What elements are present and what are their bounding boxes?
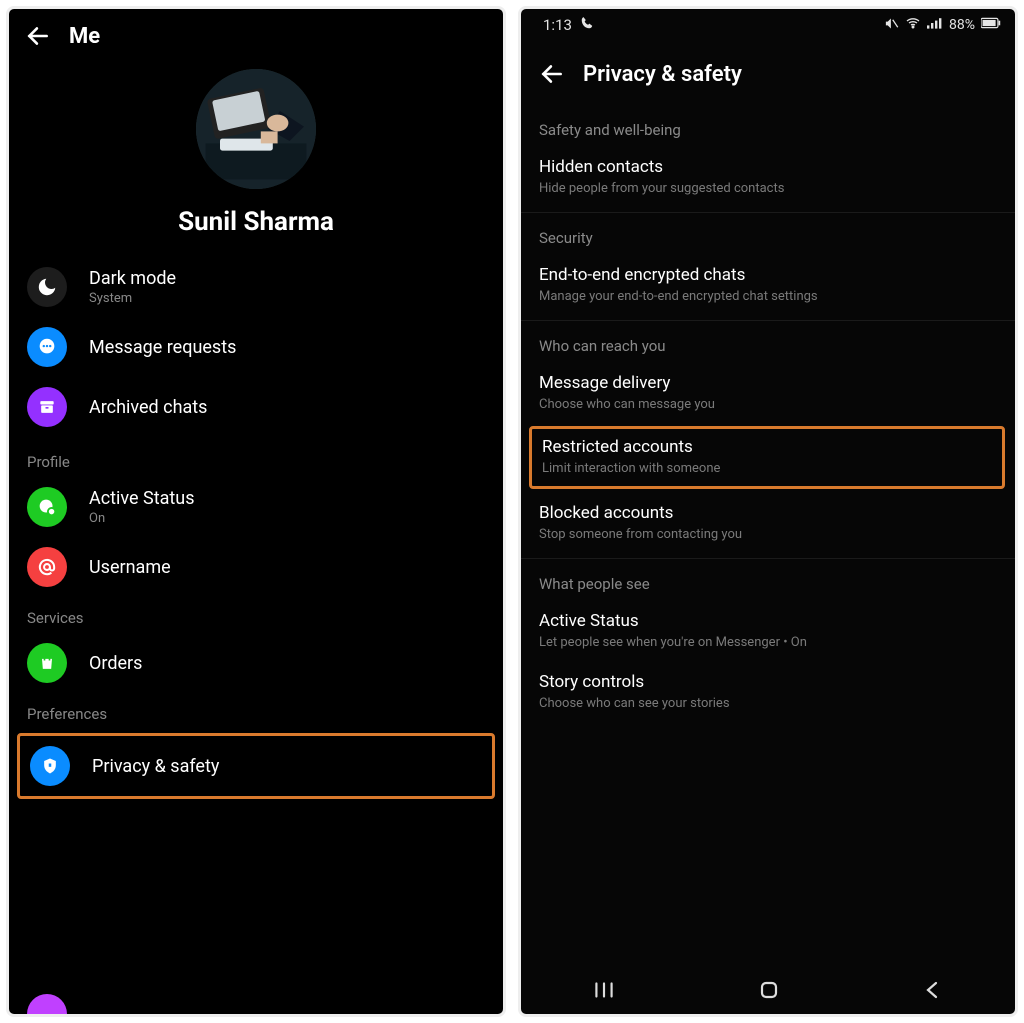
row-label: Story controls: [539, 672, 997, 692]
section-people-see: What people see: [521, 561, 1015, 601]
section-safety: Safety and well-being: [521, 107, 1015, 147]
back-icon[interactable]: [25, 23, 51, 49]
row-label: Username: [89, 557, 171, 578]
phone-icon: [580, 16, 594, 34]
row-active-status[interactable]: Active Status On: [9, 477, 503, 537]
row-restricted-accounts[interactable]: Restricted accounts Limit interaction wi…: [532, 429, 1002, 486]
highlight-privacy-safety: Privacy & safety: [17, 733, 495, 799]
row-active-status[interactable]: Active Status Let people see when you're…: [521, 601, 1015, 662]
row-sub: Hide people from your suggested contacts: [539, 181, 997, 196]
archive-icon: [27, 387, 67, 427]
row-archived-chats[interactable]: Archived chats: [9, 377, 503, 437]
nav-home-icon[interactable]: [757, 978, 781, 1006]
profile-name: Sunil Sharma: [178, 207, 334, 237]
row-label: Orders: [89, 653, 142, 674]
header: Me: [9, 9, 503, 59]
page-title: Privacy & safety: [583, 62, 742, 87]
row-privacy-safety[interactable]: Privacy & safety: [20, 736, 492, 796]
phone-left-me-settings: Me Sunil Sharma Dark mode System: [6, 6, 506, 1017]
row-sub: Choose who can see your stories: [539, 696, 997, 711]
row-message-requests[interactable]: Message requests: [9, 317, 503, 377]
row-label: End-to-end encrypted chats: [539, 265, 997, 285]
section-profile: Profile: [9, 437, 503, 477]
battery-icon: [981, 17, 1001, 33]
row-dark-mode[interactable]: Dark mode System: [9, 257, 503, 317]
section-services: Services: [9, 597, 503, 633]
section-security: Security: [521, 215, 1015, 255]
row-e2e-chats[interactable]: End-to-end encrypted chats Manage your e…: [521, 255, 1015, 316]
profile-block: Sunil Sharma: [9, 59, 503, 257]
row-sub: Limit interaction with someone: [542, 461, 992, 476]
row-label: Archived chats: [89, 397, 207, 418]
row-sub: Stop someone from contacting you: [539, 527, 997, 542]
status-bar: 1:13 88%: [521, 9, 1015, 37]
row-label: Dark mode: [89, 268, 176, 289]
back-icon[interactable]: [539, 61, 565, 87]
divider: [521, 558, 1015, 559]
highlight-restricted-accounts: Restricted accounts Limit interaction wi…: [529, 426, 1005, 489]
header: Privacy & safety: [521, 37, 1015, 107]
wifi-icon: [905, 15, 921, 35]
divider: [521, 212, 1015, 213]
row-label: Active Status: [539, 611, 997, 631]
row-label: Blocked accounts: [539, 503, 997, 523]
nav-back-icon[interactable]: [921, 978, 945, 1006]
row-orders[interactable]: Orders: [9, 633, 503, 693]
row-label: Message requests: [89, 337, 236, 358]
signal-icon: [927, 17, 943, 33]
row-sub: Let people see when you're on Messenger …: [539, 635, 997, 650]
nav-recent-icon[interactable]: [591, 977, 617, 1007]
status-time: 1:13: [543, 16, 572, 34]
settings-list: Dark mode System Message requests Archiv…: [9, 257, 503, 1014]
shield-icon: [30, 746, 70, 786]
row-blocked-accounts[interactable]: Blocked accounts Stop someone from conta…: [521, 493, 1015, 554]
row-username[interactable]: Username: [9, 537, 503, 597]
section-reach: Who can reach you: [521, 323, 1015, 363]
android-nav-bar: [521, 970, 1015, 1014]
row-label: Active Status: [89, 488, 195, 509]
page-title: Me: [69, 24, 100, 49]
row-story-controls[interactable]: Story controls Choose who can see your s…: [521, 662, 1015, 723]
row-label: Message delivery: [539, 373, 997, 393]
section-preferences: Preferences: [9, 693, 503, 729]
message-requests-icon: [27, 327, 67, 367]
phone-right-privacy-safety: 1:13 88% Privacy & safety Safety and wel…: [518, 6, 1018, 1017]
avatar[interactable]: [196, 69, 316, 189]
row-label: Restricted accounts: [542, 437, 992, 457]
row-hidden-contacts[interactable]: Hidden contacts Hide people from your su…: [521, 147, 1015, 208]
row-message-delivery[interactable]: Message delivery Choose who can message …: [521, 363, 1015, 424]
at-sign-icon: [27, 547, 67, 587]
active-status-icon: [27, 487, 67, 527]
shopping-bag-icon: [27, 643, 67, 683]
mute-icon: [884, 16, 899, 35]
row-label: Privacy & safety: [92, 756, 219, 777]
divider: [521, 320, 1015, 321]
battery-text: 88%: [949, 17, 975, 33]
moon-icon: [27, 267, 67, 307]
row-sub: Manage your end-to-end encrypted chat se…: [539, 289, 997, 304]
row-sub: On: [89, 511, 195, 526]
row-sub: System: [89, 291, 176, 306]
row-sub: Choose who can message you: [539, 397, 997, 412]
row-label: Hidden contacts: [539, 157, 997, 177]
